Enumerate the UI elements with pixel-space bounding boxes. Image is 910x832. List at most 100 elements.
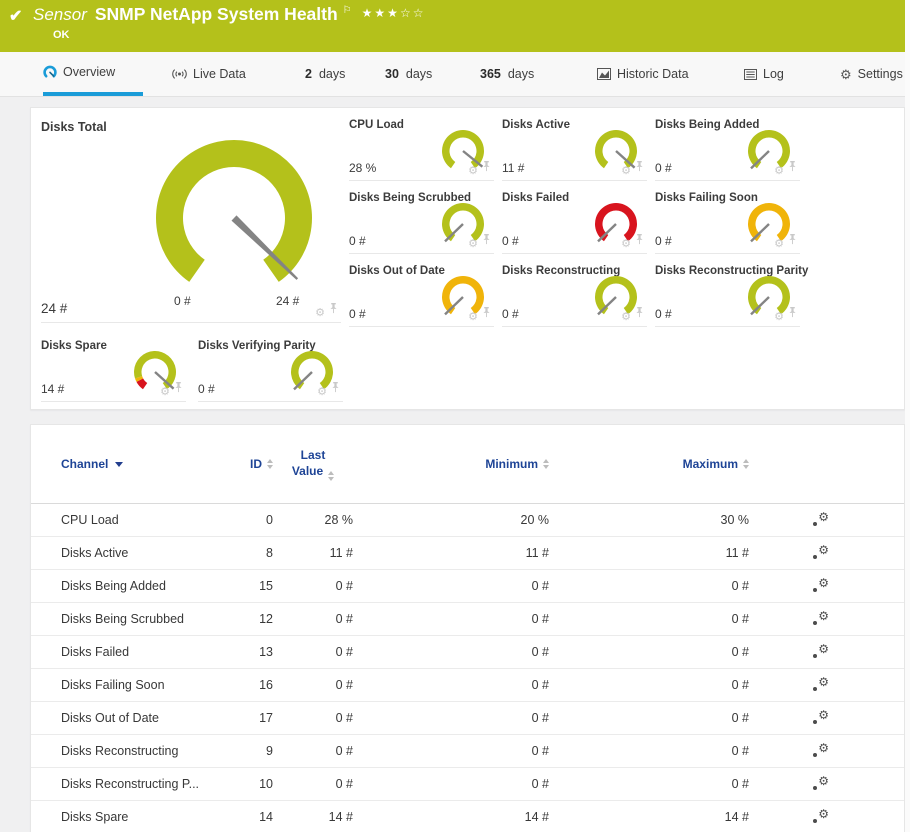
gear-icon[interactable]: ⚙ <box>160 387 170 398</box>
tab-log[interactable]: Log <box>744 52 784 96</box>
gear-icon[interactable]: ⚙ <box>468 166 478 177</box>
gauge-panel-disks-being-scrubbed[interactable]: Disks Being Scrubbed0 #⚙ <box>349 189 494 254</box>
maximum-cell: 11 # <box>549 546 749 560</box>
gear-icon[interactable]: ⚙ <box>774 312 784 323</box>
pin-icon[interactable] <box>788 305 797 323</box>
pin-icon <box>482 307 491 318</box>
gauge-panel-disks-reconstructing-parity[interactable]: Disks Reconstructing Parity0 #⚙ <box>655 262 800 327</box>
maximum-cell: 30 % <box>549 513 749 527</box>
channel-settings-gear-icon[interactable]: ⚙ <box>813 709 829 724</box>
scrollbar-track[interactable] <box>905 0 910 832</box>
column-header-last-value[interactable]: LastValue <box>273 447 353 481</box>
gauge-panel-disks-failed[interactable]: Disks Failed0 #⚙ <box>502 189 647 254</box>
channel-settings-gear-icon[interactable]: ⚙ <box>813 676 829 691</box>
pin-icon[interactable] <box>482 305 491 323</box>
minimum-cell: 0 # <box>353 612 549 626</box>
sort-desc-icon[interactable] <box>115 462 123 467</box>
column-label: ID <box>250 457 262 471</box>
gear-icon[interactable]: ⚙ <box>317 387 327 398</box>
minimum-cell: 0 # <box>353 645 549 659</box>
sensor-title: SNMP NetApp System Health <box>95 4 338 24</box>
star-empty-icon[interactable]: ☆ <box>413 6 426 20</box>
channel-settings-gear-icon[interactable]: ⚙ <box>813 577 829 592</box>
maximum-cell: 0 # <box>549 612 749 626</box>
gear-icon[interactable]: ⚙ <box>468 312 478 323</box>
tab-30-days[interactable]: 30days <box>385 52 432 96</box>
star-empty-icon[interactable]: ☆ <box>400 6 413 20</box>
gauge-value: 11 # <box>502 161 524 175</box>
column-label: Channel <box>61 457 108 471</box>
star-filled-icon[interactable]: ★ <box>387 6 400 20</box>
gauge-panel-disks-out-of-date[interactable]: Disks Out of Date0 #⚙ <box>349 262 494 327</box>
gear-icon[interactable]: ⚙ <box>774 166 784 177</box>
pin-icon[interactable] <box>482 159 491 177</box>
column-header-minimum[interactable]: Minimum <box>353 457 549 471</box>
column-header-maximum[interactable]: Maximum <box>549 457 749 471</box>
gauge-panel-disks-reconstructing[interactable]: Disks Reconstructing0 #⚙ <box>502 262 647 327</box>
pin-icon[interactable] <box>174 380 183 398</box>
panel-icon-group: ⚙ <box>621 232 644 250</box>
minimum-cell: 11 # <box>353 546 549 560</box>
sort-toggle-icon[interactable] <box>743 459 749 469</box>
channel-settings-gear-icon[interactable]: ⚙ <box>813 511 829 526</box>
minimum-cell: 0 # <box>353 579 549 593</box>
gear-icon[interactable]: ⚙ <box>315 308 325 319</box>
sort-toggle-icon[interactable] <box>328 471 334 481</box>
tab-2-days[interactable]: 2days <box>305 52 345 96</box>
channel-id-cell: 14 <box>231 810 273 824</box>
column-header-channel[interactable]: Channel <box>31 457 231 471</box>
pin-icon[interactable] <box>482 232 491 250</box>
disks-total-gauge <box>134 134 334 302</box>
tab-overview[interactable]: Overview <box>43 52 143 96</box>
tab-live-data[interactable]: Live Data <box>172 52 246 96</box>
pin-icon <box>174 382 183 393</box>
pin-icon[interactable] <box>788 232 797 250</box>
gauge-panel-disks-total[interactable]: Disks Total 0 # 24 # 24 # ⚙ <box>41 116 341 323</box>
pin-icon[interactable] <box>635 232 644 250</box>
channel-id-cell: 15 <box>231 579 273 593</box>
star-filled-icon[interactable]: ★ <box>362 6 375 20</box>
pin-icon[interactable] <box>329 301 338 319</box>
gear-icon[interactable]: ⚙ <box>468 239 478 250</box>
pin-icon <box>788 161 797 172</box>
channel-settings-gear-icon[interactable]: ⚙ <box>813 808 829 823</box>
tab-settings[interactable]: ⚙Settings <box>840 52 903 96</box>
panel-icon-group: ⚙ <box>160 380 183 398</box>
gauge-panel-disks-spare[interactable]: Disks Spare14 #⚙ <box>41 337 186 402</box>
gauge-panel-disks-failing-soon[interactable]: Disks Failing Soon0 #⚙ <box>655 189 800 254</box>
gauge-panel-disks-being-added[interactable]: Disks Being Added0 #⚙ <box>655 116 800 181</box>
channel-settings-gear-icon[interactable]: ⚙ <box>813 610 829 625</box>
pin-icon <box>635 161 644 172</box>
gauge-value: 0 # <box>198 382 215 396</box>
gauge-value: 0 # <box>502 307 519 321</box>
minimum-cell: 0 # <box>353 678 549 692</box>
gear-icon[interactable]: ⚙ <box>621 166 631 177</box>
gauge-panel-disks-verifying-parity[interactable]: Disks Verifying Parity0 #⚙ <box>198 337 343 402</box>
tab-365-days[interactable]: 365days <box>480 52 534 96</box>
tab-historic-data[interactable]: Historic Data <box>597 52 689 96</box>
pin-icon[interactable] <box>635 159 644 177</box>
gear-icon[interactable]: ⚙ <box>774 239 784 250</box>
pin-icon[interactable] <box>788 159 797 177</box>
table-row-disks-out-of-date: Disks Out of Date170 #0 #0 #⚙ <box>31 702 904 735</box>
gauge-panel-cpu-load[interactable]: CPU Load28 %⚙ <box>349 116 494 181</box>
last-value-cell: 0 # <box>273 744 353 758</box>
channel-settings-gear-icon[interactable]: ⚙ <box>813 742 829 757</box>
column-header-id[interactable]: ID <box>231 457 273 471</box>
star-filled-icon[interactable]: ★ <box>374 6 387 20</box>
channel-settings-gear-icon[interactable]: ⚙ <box>813 544 829 559</box>
panel-icon-group: ⚙ <box>774 159 797 177</box>
panel-icon-group: ⚙ <box>315 301 338 319</box>
pin-icon[interactable] <box>331 380 340 398</box>
gauge-panel-disks-active[interactable]: Disks Active11 #⚙ <box>502 116 647 181</box>
flag-icon[interactable]: ⚐ <box>343 5 352 16</box>
gear-icon[interactable]: ⚙ <box>621 312 631 323</box>
panel-icon-group: ⚙ <box>468 159 491 177</box>
star-rating[interactable]: ★★★☆☆ <box>362 6 426 20</box>
pin-icon[interactable] <box>635 305 644 323</box>
gear-icon[interactable]: ⚙ <box>621 239 631 250</box>
panel-icon-group: ⚙ <box>468 305 491 323</box>
channel-settings-gear-icon[interactable]: ⚙ <box>813 643 829 658</box>
minimum-cell: 0 # <box>353 744 549 758</box>
channel-settings-gear-icon[interactable]: ⚙ <box>813 775 829 790</box>
